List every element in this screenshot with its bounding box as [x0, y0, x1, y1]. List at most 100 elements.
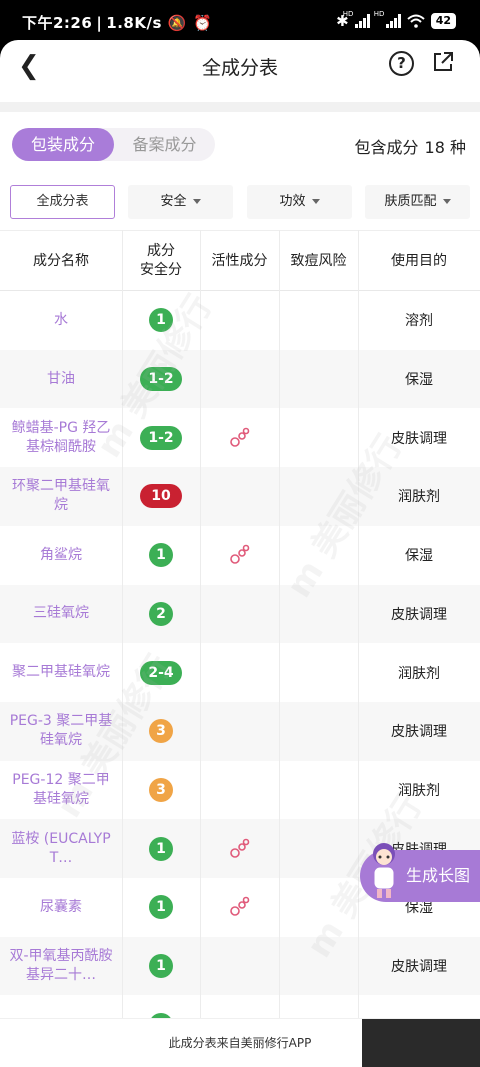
purpose-text: 保湿 — [405, 372, 433, 389]
ingredient-name[interactable]: 双-甲氧基丙酰胺基异二十… — [0, 947, 122, 985]
help-icon[interactable]: ? — [389, 51, 414, 76]
signal-icon-2: HD — [374, 10, 401, 28]
active-ingredient-cell — [200, 819, 279, 878]
active-ingredient-cell — [200, 643, 279, 702]
divider — [0, 102, 480, 112]
tab-package-ingredients[interactable]: 包装成分 — [12, 128, 114, 161]
ingredient-name[interactable]: 三硅氧烷 — [25, 604, 97, 623]
ingredient-name-cell: 鲸蜡基-PG 羟乙基棕榈酰胺 — [0, 408, 122, 467]
ingredient-name[interactable]: PEG-3 聚二甲基硅氧烷 — [0, 712, 122, 750]
ingredient-name[interactable]: 环聚二甲基硅氧烷 — [0, 477, 122, 515]
purpose-text: 皮肤调理 — [391, 724, 447, 741]
acne-risk-cell — [279, 526, 358, 585]
acne-risk-cell — [279, 350, 358, 409]
acne-risk-cell — [279, 878, 358, 937]
count-value: 18 — [424, 138, 445, 157]
table-row[interactable]: 鲸蜡基-PG 羟乙基棕榈酰胺 1-2 皮肤调理 — [0, 408, 480, 467]
safety-score-badge: 10 — [140, 484, 182, 509]
acne-risk-cell — [279, 995, 358, 1020]
table-row[interactable]: 双-甲氧基丙酰胺基异二十… 1 皮肤调理 — [0, 936, 480, 996]
purpose-text: 润肤剂 — [398, 665, 440, 682]
ingredient-name-cell: 水 — [0, 291, 122, 350]
ingredient-name[interactable]: 蓝桉 (EUCALYPT… — [0, 830, 122, 868]
acne-risk-cell — [279, 291, 358, 350]
purpose-text: 皮肤调理 — [391, 959, 447, 976]
filter-skin-dropdown[interactable]: 肤质匹配 — [365, 185, 470, 219]
ingredient-name[interactable]: 鲸蜡基-PG 羟乙基棕榈酰胺 — [0, 419, 122, 457]
filter-efficacy-dropdown[interactable]: 功效 — [247, 185, 352, 219]
table-row[interactable]: 环聚二甲基硅氧烷 10 润肤剂 — [0, 467, 480, 526]
safety-score-cell: 1 — [122, 995, 200, 1020]
purpose-cell: 皮肤调理 — [358, 585, 480, 644]
active-ingredient-cell — [200, 585, 279, 644]
acne-risk-cell — [279, 702, 358, 761]
safety-score-cell: 3 — [122, 761, 200, 820]
ingredient-name-cell: 三硅氧烷 — [0, 585, 122, 644]
purpose-text: 保湿 — [405, 548, 433, 565]
ingredient-name-cell: PEG-12 聚二甲基硅氧烷 — [0, 761, 122, 820]
header-safety-score: 成分 安全分 — [122, 231, 200, 291]
acne-risk-cell — [279, 819, 358, 878]
count-prefix: 包含成分 — [354, 138, 419, 157]
purpose-cell: 润肤剂 — [358, 643, 480, 702]
safety-score-badge: 1 — [149, 836, 173, 861]
count-unit: 种 — [449, 138, 466, 157]
purpose-cell: 溶剂 — [358, 291, 480, 350]
safety-score-badge: 1 — [149, 543, 173, 568]
safety-score-badge: 1-2 — [140, 425, 182, 450]
safety-score-cell: 1 — [122, 878, 200, 937]
acne-risk-cell — [279, 467, 358, 526]
ingredient-name[interactable]: 甘油 — [39, 370, 83, 389]
filter-bar: 全成分表 安全 功效 肤质匹配 — [10, 185, 470, 219]
active-ingredient-cell — [200, 526, 279, 585]
active-ingredient-cell — [200, 878, 279, 937]
safety-score-cell: 2 — [122, 585, 200, 644]
acne-risk-cell — [279, 643, 358, 702]
filter-all-button[interactable]: 全成分表 — [10, 185, 115, 219]
table-row[interactable]: 甘油 1-2 保湿 — [0, 349, 480, 409]
purpose-cell: 皮肤调理 — [358, 408, 480, 467]
safety-score-cell: 1 — [122, 526, 200, 585]
ingredient-name-cell: 甘油 — [0, 350, 122, 409]
active-molecule-icon — [229, 838, 249, 858]
safety-score-cell: 10 — [122, 467, 200, 526]
footer: 此成分表来自美丽修行APP — [0, 1018, 480, 1067]
ingredient-name[interactable]: 角鲨烷 — [32, 546, 90, 565]
status-speed: 1.8K/s — [106, 14, 162, 32]
source-tabs: 包装成分 备案成分 — [12, 128, 215, 161]
ingredient-name-cell: PEG-3 聚二甲基硅氧烷 — [0, 702, 122, 761]
mascot-icon — [373, 843, 395, 898]
mute-bell-icon: 🔕 — [167, 14, 188, 32]
table-row[interactable]: 水 1 溶剂 — [0, 291, 480, 350]
purpose-text: 溶剂 — [405, 313, 433, 330]
purpose-cell: 润肤剂 — [358, 761, 480, 820]
alarm-icon: ⏰ — [193, 14, 213, 32]
table-row[interactable]: PEG-3 聚二甲基硅氧烷 3 皮肤调理 — [0, 701, 480, 761]
table-row[interactable]: 角鲨烷 1 保湿 — [0, 526, 480, 585]
active-ingredient-cell — [200, 291, 279, 350]
caret-down-icon — [311, 199, 320, 204]
ingredient-name[interactable]: PEG-12 聚二甲基硅氧烷 — [0, 771, 122, 809]
wifi-icon — [407, 14, 425, 28]
table-row[interactable]: PEG-12 聚二甲基硅氧烷 3 润肤剂 — [0, 761, 480, 820]
purpose-cell — [358, 995, 480, 1020]
ingredient-name-cell: 双-甲氧基丙酰胺基异二十… — [0, 937, 122, 996]
ingredient-name[interactable]: 水 — [46, 311, 76, 330]
purpose-cell: 皮肤调理 — [358, 937, 480, 996]
share-icon[interactable] — [432, 51, 454, 73]
table-row[interactable]: 1 — [0, 995, 480, 1020]
acne-risk-cell — [279, 585, 358, 644]
filter-safety-dropdown[interactable]: 安全 — [128, 185, 233, 219]
ingredient-name[interactable]: 尿囊素 — [32, 898, 90, 917]
footer-source-text: 此成分表来自美丽修行APP — [168, 1036, 312, 1050]
ingredient-name-cell: 尿囊素 — [0, 878, 122, 937]
purpose-text: 润肤剂 — [398, 782, 440, 799]
purpose-cell: 保湿 — [358, 526, 480, 585]
ingredient-name-cell: 环聚二甲基硅氧烷 — [0, 467, 122, 526]
ingredient-name[interactable]: 聚二甲基硅氧烷 — [4, 663, 118, 682]
table-row[interactable]: 三硅氧烷 2 皮肤调理 — [0, 584, 480, 644]
safety-score-cell: 1 — [122, 291, 200, 350]
tab-filed-ingredients[interactable]: 备案成分 — [114, 128, 215, 161]
table-row[interactable]: 聚二甲基硅氧烷 2-4 润肤剂 — [0, 643, 480, 702]
column-divider — [122, 230, 123, 1020]
